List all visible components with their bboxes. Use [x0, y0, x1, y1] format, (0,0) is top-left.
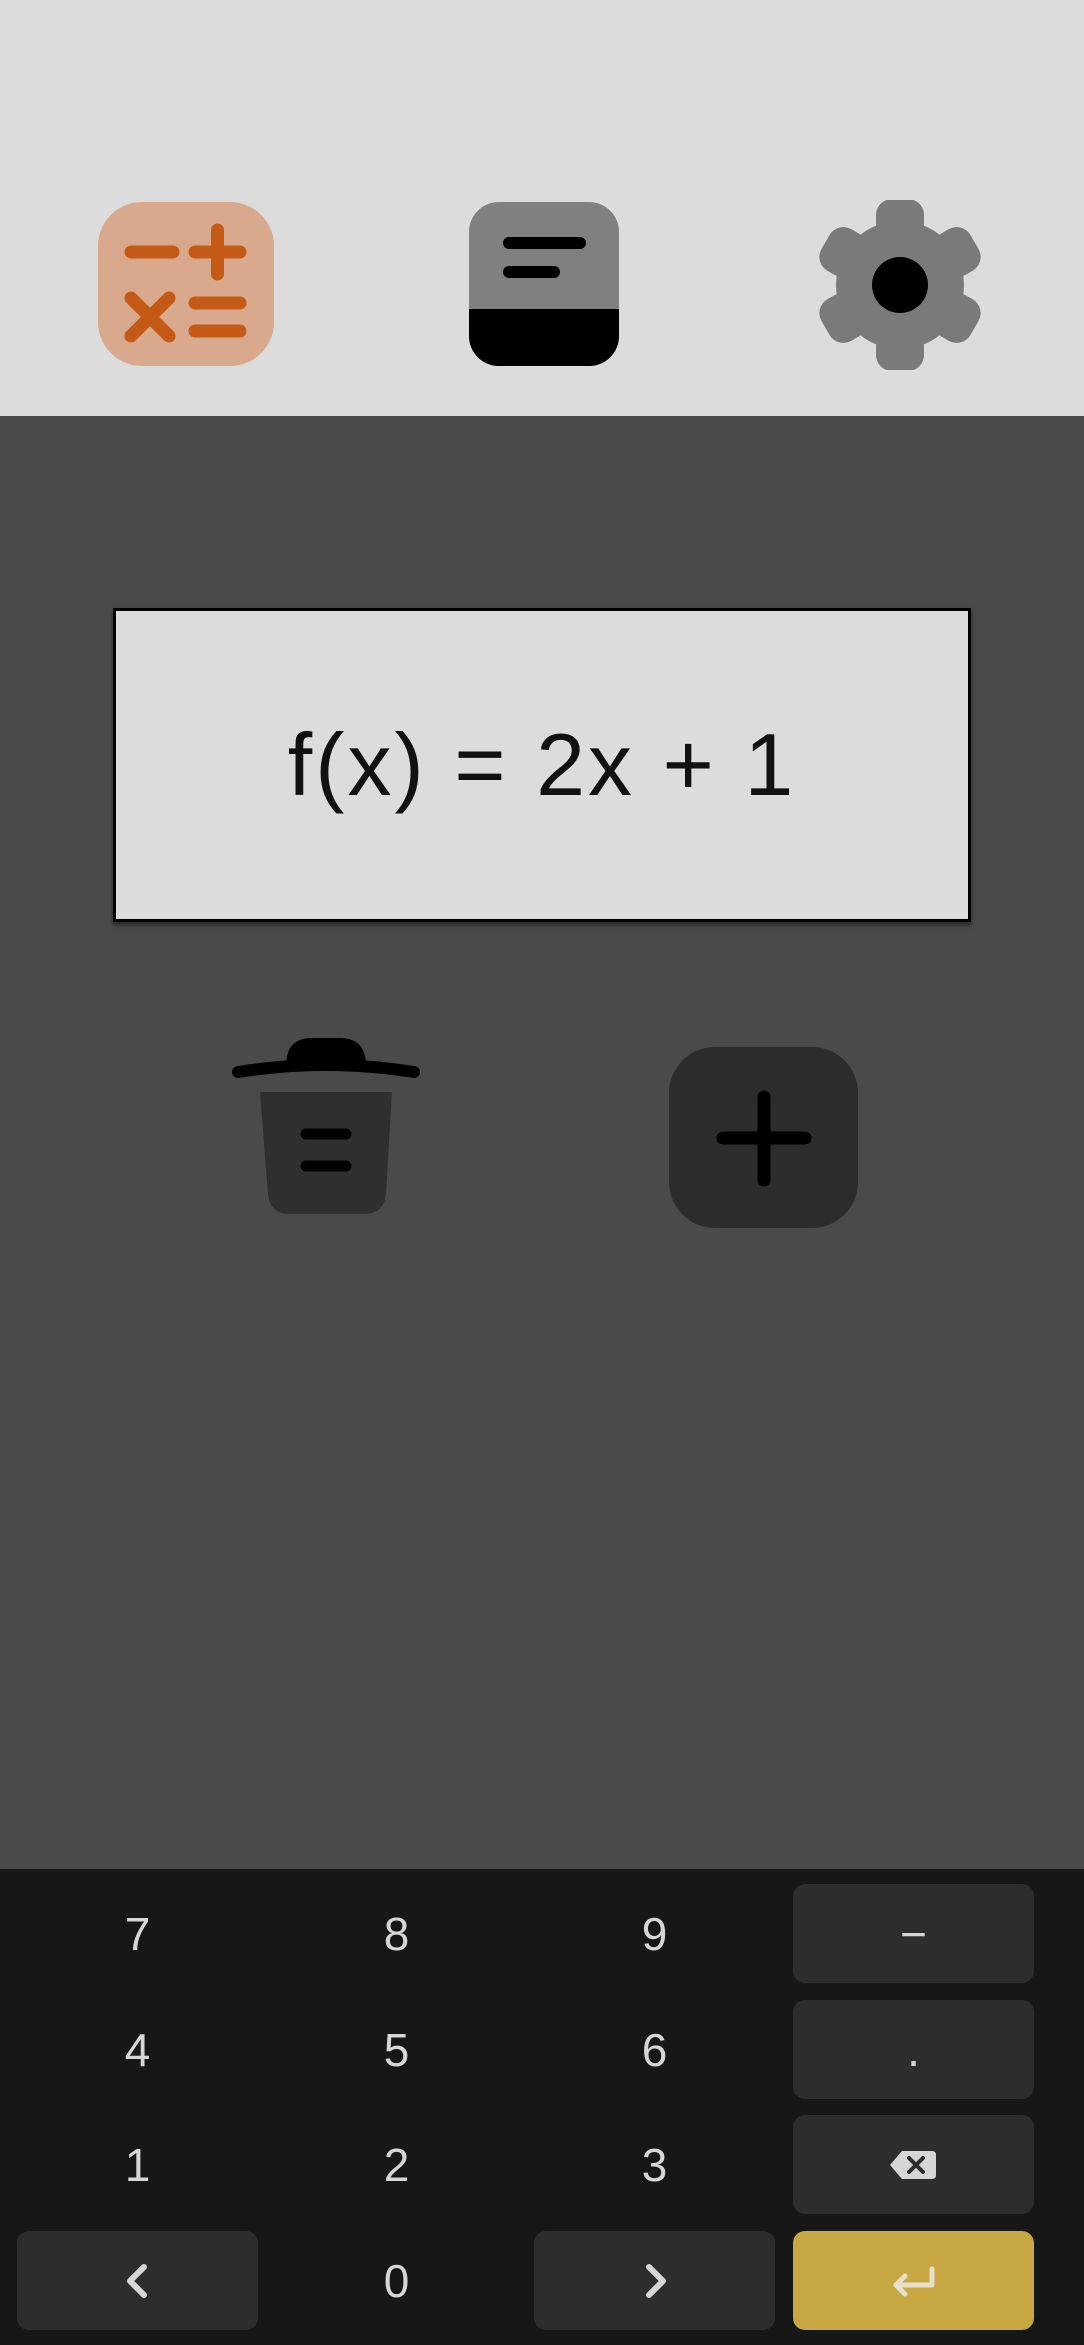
key-0[interactable]: 0 — [276, 2231, 517, 2330]
enter-icon — [893, 2266, 934, 2296]
settings-tab[interactable] — [810, 200, 990, 370]
key-2[interactable]: 2 — [276, 2115, 517, 2214]
key-6[interactable]: 6 — [534, 2000, 775, 2099]
key-cursor-right[interactable] — [534, 2231, 775, 2330]
key-cursor-left[interactable] — [17, 2231, 258, 2330]
expression-text: f(x) = 2x + 1 — [287, 715, 797, 814]
gear-icon — [819, 200, 981, 370]
chevron-right-icon — [645, 2263, 666, 2298]
key-backspace[interactable] — [793, 2115, 1034, 2214]
key-7[interactable]: 7 — [17, 1884, 258, 1983]
calculator-tab[interactable] — [98, 202, 274, 366]
key-decimal[interactable]: . — [793, 2000, 1034, 2099]
key-9[interactable]: 9 — [534, 1884, 775, 1983]
history-tab[interactable] — [469, 202, 619, 366]
top-nav-bar — [0, 0, 1084, 416]
key-minus[interactable]: − — [793, 1884, 1034, 1983]
numeric-keypad: 7 8 9 − 4 5 6 . 1 2 3 0 — [0, 1869, 1084, 2345]
key-8[interactable]: 8 — [276, 1884, 517, 1983]
key-5[interactable]: 5 — [276, 2000, 517, 2099]
expression-card[interactable]: f(x) = 2x + 1 — [113, 608, 971, 922]
history-panel-icon — [503, 237, 586, 278]
key-3[interactable]: 3 — [534, 2115, 775, 2214]
chevron-left-icon — [126, 2263, 147, 2298]
delete-button[interactable] — [232, 1034, 420, 1218]
plus-icon — [716, 1090, 812, 1187]
trash-icon — [232, 1038, 420, 1214]
calculator-ops-icon — [124, 223, 247, 343]
add-button[interactable] — [669, 1047, 858, 1228]
key-enter[interactable] — [793, 2231, 1034, 2330]
key-4[interactable]: 4 — [17, 2000, 258, 2099]
key-1[interactable]: 1 — [17, 2115, 258, 2214]
backspace-icon — [889, 2150, 936, 2179]
